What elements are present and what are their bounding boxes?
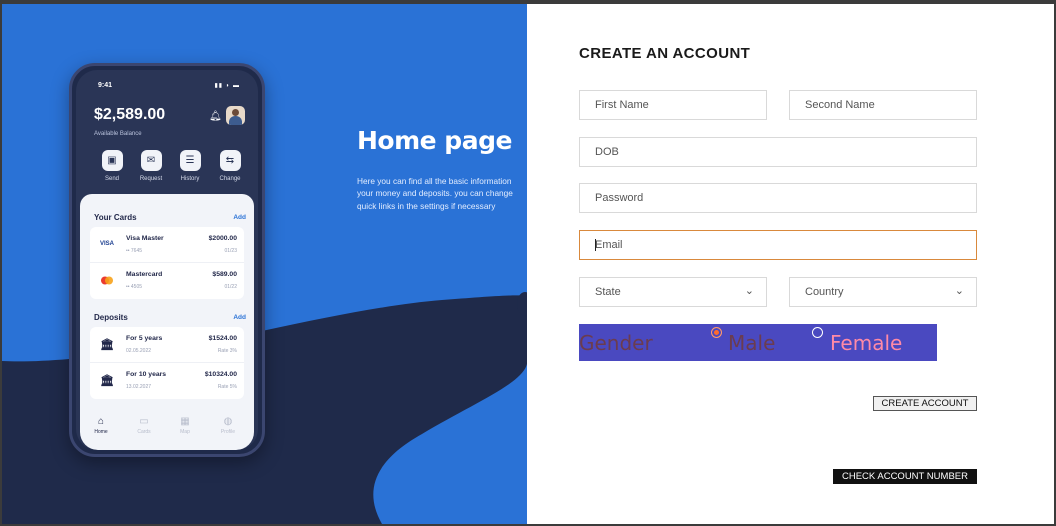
list-item: 🏛︎ For 5 years 02.05.2022 $1524.00 Rate … (90, 327, 244, 363)
quick-action-change: ⇆ Change (215, 150, 245, 182)
dob-field[interactable]: DOB (579, 137, 977, 167)
mastercard-logo-icon (97, 271, 117, 289)
female-radio[interactable] (812, 327, 823, 338)
bank-icon: 🏛︎ (100, 374, 114, 387)
inbox-icon: ✉︎ (140, 150, 162, 171)
status-time: 9:41 (98, 82, 113, 89)
hero-panel: 9:41 ▮▮ ◗ ▬ $2,589.00 Available Balance … (2, 4, 527, 524)
female-label: Female (830, 331, 903, 355)
second-name-field[interactable]: Second Name (789, 90, 977, 120)
bank-icon: 🏛︎ (100, 338, 114, 351)
chevron-down-icon: ⌄ (954, 285, 964, 297)
map-icon: ▦ (180, 416, 190, 427)
state-select[interactable]: State ⌄ (579, 277, 767, 307)
avatar (226, 106, 245, 125)
tab-cards: ▭ Cards (127, 416, 161, 435)
male-label: Male (728, 331, 776, 355)
gender-label: Gender (579, 331, 653, 355)
balance-label: Available Balance (94, 131, 142, 137)
first-name-field[interactable]: First Name (579, 90, 767, 120)
tab-profile: ◍ Profile (211, 416, 245, 435)
quick-action-send: ▣ Send (97, 150, 127, 182)
exchange-icon: ⇆ (219, 150, 241, 171)
cards-section-title: Your Cards (94, 213, 137, 222)
hero-description: Here you can find all the basic informat… (357, 176, 513, 211)
history-icon: ☰ (179, 150, 201, 171)
app-frame: 9:41 ▮▮ ◗ ▬ $2,589.00 Available Balance … (2, 4, 1054, 524)
cards-list: VISA Visa Master •• 7645 $2000.00 01/23 … (90, 227, 244, 299)
quick-action-history: ☰ History (175, 150, 205, 182)
deposits-list: 🏛︎ For 5 years 02.05.2022 $1524.00 Rate … (90, 327, 244, 399)
hero-title: Home page (357, 126, 512, 155)
list-item: Mastercard •• 4505 $589.00 01/22 (90, 263, 244, 299)
form-title: CREATE AN ACCOUNT (579, 45, 751, 62)
quick-action-request: ✉︎ Request (136, 150, 166, 182)
male-radio[interactable] (711, 327, 722, 338)
balance-amount: $2,589.00 (94, 106, 166, 123)
visa-logo-icon: VISA (99, 241, 114, 247)
email-field[interactable]: Email (579, 230, 977, 260)
globe-icon: ◍ (223, 416, 233, 427)
check-account-number-button[interactable]: CHECK ACCOUNT NUMBER (833, 469, 977, 484)
wallet-icon: ▭ (139, 416, 149, 427)
tab-map: ▦ Map (168, 416, 202, 435)
phone-screen: 9:41 ▮▮ ◗ ▬ $2,589.00 Available Balance … (76, 70, 258, 450)
deposits-section-title: Deposits (94, 313, 128, 322)
deposits-add-link: Add (233, 314, 246, 321)
content-sheet: Your Cards Add VISA Visa Master •• 7645 … (80, 194, 254, 450)
money-icon: ▣ (101, 150, 123, 171)
list-item: 🏛︎ For 10 years 13.02.2027 $10324.00 Rat… (90, 363, 244, 399)
text-caret (595, 239, 596, 251)
phone-tab-bar: ⌂ Home ▭ Cards ▦ Map ◍ Profile (80, 414, 254, 442)
password-field[interactable]: Password (579, 183, 977, 213)
gender-selector: Gender Male Female (579, 324, 937, 361)
country-select[interactable]: Country ⌄ (789, 277, 977, 307)
chevron-down-icon: ⌄ (744, 285, 754, 297)
tab-home: ⌂ Home (84, 416, 118, 435)
status-icons: ▮▮ ◗ ▬ (214, 83, 240, 89)
home-icon: ⌂ (97, 416, 105, 427)
phone-mockup: 9:41 ▮▮ ◗ ▬ $2,589.00 Available Balance … (69, 63, 265, 457)
list-item: VISA Visa Master •• 7645 $2000.00 01/23 (90, 227, 244, 263)
create-account-button[interactable]: CREATE ACCOUNT (873, 396, 977, 411)
bell-icon: 🔔︎ (209, 111, 222, 122)
cards-add-link: Add (233, 214, 246, 221)
